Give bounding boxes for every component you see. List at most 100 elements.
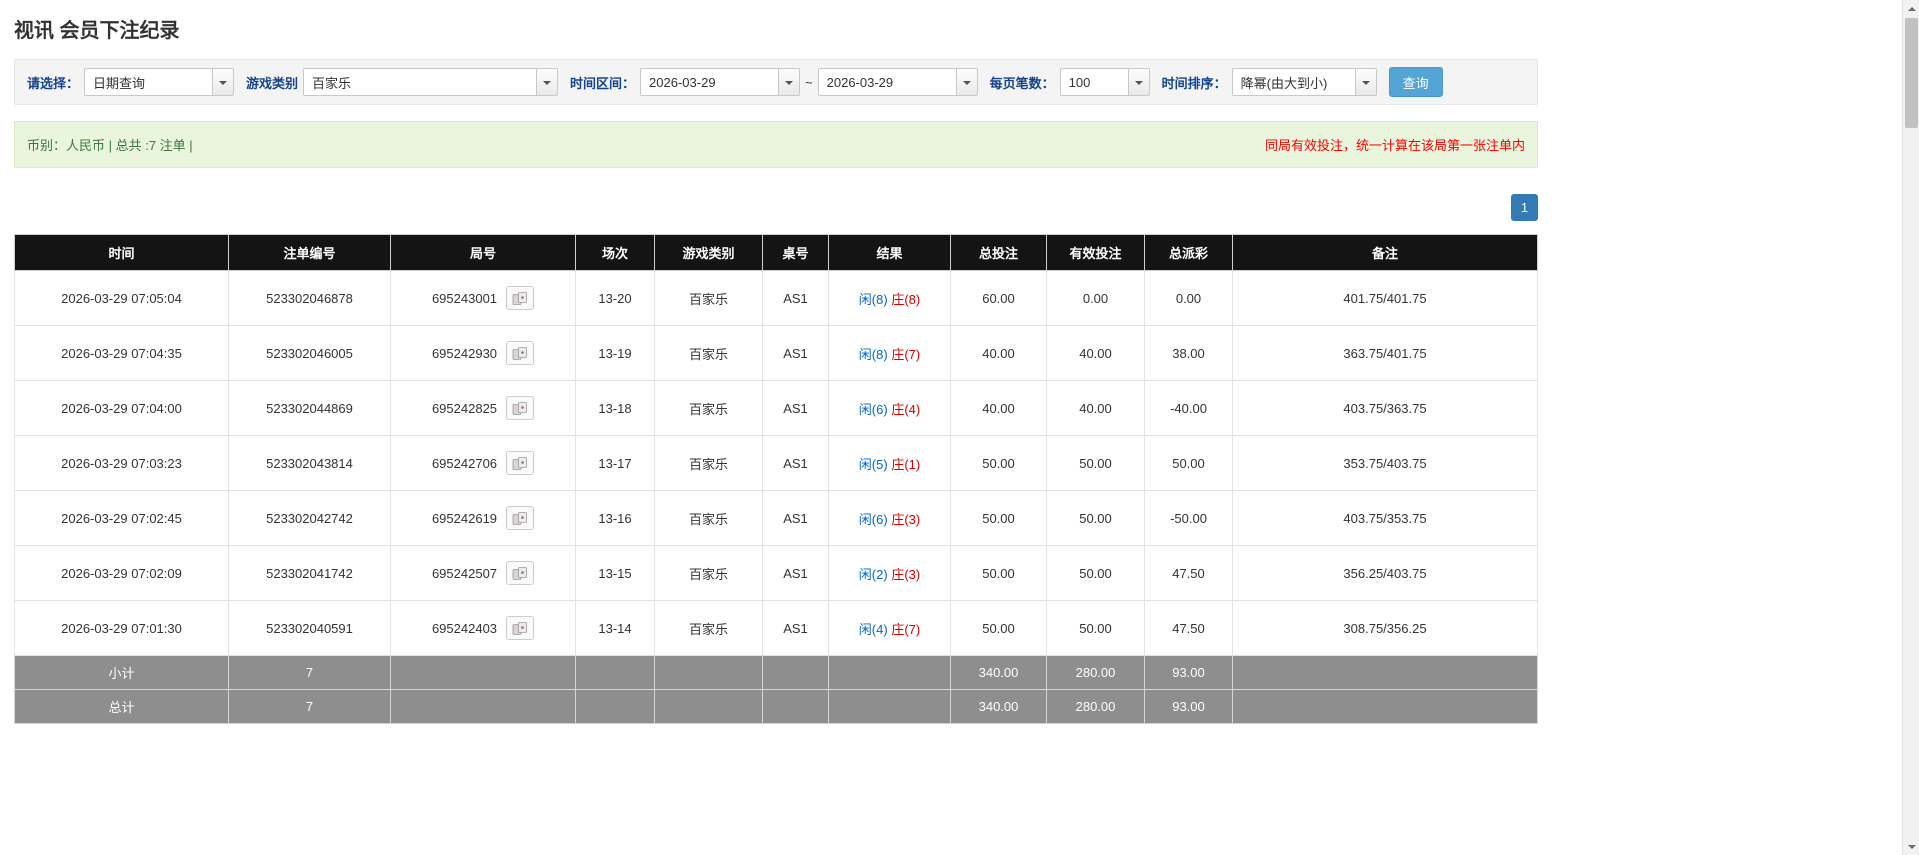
cell-bet-id: 523302040591 [228,600,391,656]
cell-valid-bet: 50.00 [1046,600,1145,656]
result-player: 闲(6) [858,511,888,527]
col-header-table-no: 桌号 [762,234,829,271]
footer-empty-cell [1232,655,1538,690]
time-sort-label: 时间排序： [1161,75,1227,91]
cell-remark: 363.75/401.75 [1232,325,1538,381]
chevron-down-icon[interactable] [212,69,234,95]
chevron-down-icon[interactable] [536,69,558,95]
cell-valid-bet: 50.00 [1046,435,1145,491]
col-header-remark: 备注 [1232,234,1538,271]
summary-note: 同局有效投注，统一计算在该局第一张注单内 [1264,138,1525,153]
per-page-select[interactable]: 100 [1059,68,1150,96]
cell-time: 2026-03-29 07:03:23 [14,435,229,491]
cell-valid-bet: 50.00 [1046,545,1145,601]
col-header-payout: 总派彩 [1144,234,1233,271]
cell-round: 695242930 [390,325,576,381]
cell-remark: 401.75/401.75 [1232,270,1538,326]
round-result-button[interactable] [506,561,535,585]
total-valid-bet: 280.00 [1046,689,1145,724]
cell-total-bet[interactable]: 50.00 [950,435,1047,491]
cell-game: 百家乐 [654,380,763,436]
chevron-down-icon[interactable] [955,69,977,95]
cards-icon [512,291,527,305]
cell-payout: -40.00 [1144,380,1233,436]
round-result-button[interactable] [506,396,535,420]
table-footer: 小计 7 340.00 280.00 93.00 总计 7 340.00 280… [14,655,1538,724]
scrollbar-down-arrow-icon[interactable] [1903,838,1919,855]
cell-total-bet[interactable]: 50.00 [950,600,1047,656]
footer-empty-cell [762,655,829,690]
scrollbar-thumb[interactable] [1905,18,1918,128]
cell-result: 闲(5) 庄(1) [828,435,951,491]
time-sort-select[interactable]: 降幂(由大到小) [1231,68,1377,96]
cell-total-bet[interactable]: 60.00 [950,270,1047,326]
subtotal-count: 7 [228,655,391,690]
cell-session: 13-20 [575,270,655,326]
cell-valid-bet: 0.00 [1046,270,1145,326]
cell-result: 闲(8) 庄(8) [828,270,951,326]
round-number: 695242930 [431,345,498,361]
scrollbar[interactable] [1902,0,1919,855]
cell-session: 13-18 [575,380,655,436]
result-banker: 庄(3) [891,511,921,527]
game-category-value: 百家乐 [312,75,352,91]
game-category-label: 游戏类别 [246,75,299,91]
result-banker: 庄(7) [891,346,921,362]
date-to-select[interactable]: 2026-03-29 [817,68,978,96]
cell-total-bet[interactable]: 50.00 [950,545,1047,601]
cell-round: 695242619 [390,490,576,546]
round-result-button[interactable] [506,341,535,365]
time-range-label: 时间区间： [570,75,636,91]
cell-result: 闲(6) 庄(3) [828,490,951,546]
query-button[interactable]: 查询 [1388,67,1443,97]
cell-table-no: AS1 [762,490,829,546]
result-player: 闲(8) [858,346,888,362]
cell-session: 13-16 [575,490,655,546]
cards-icon [512,511,527,525]
cell-payout: 38.00 [1144,325,1233,381]
scrollbar-up-arrow-icon[interactable] [1903,0,1919,17]
cards-icon [512,621,527,635]
round-result-button[interactable] [506,616,535,640]
betting-records-table: 时间 注单编号 局号 场次 游戏类别 桌号 结果 总投注 有效投注 总派彩 备注… [14,234,1538,724]
table-row: 2026-03-29 07:02:45 523302042742 6952426… [14,490,1538,546]
chevron-down-icon[interactable] [1127,69,1149,95]
cell-total-bet[interactable]: 50.00 [950,490,1047,546]
summary-bar: 币别：人民币 | 总共 :7 注单 | 同局有效投注，统一计算在该局第一张注单内 [14,121,1538,168]
cell-total-bet[interactable]: 40.00 [950,325,1047,381]
cell-total-bet[interactable]: 40.00 [950,380,1047,436]
cell-time: 2026-03-29 07:02:09 [14,545,229,601]
col-header-bet-id: 注单编号 [228,234,391,271]
round-result-button[interactable] [506,451,535,475]
page-button-1[interactable]: 1 [1511,194,1538,221]
cell-bet-id: 523302044869 [228,380,391,436]
round-result-button[interactable] [506,286,535,310]
total-payout: 93.00 [1144,689,1233,724]
pagination: 1 [14,194,1538,221]
query-type-select[interactable]: 日期查询 [84,68,235,96]
game-category-select[interactable]: 百家乐 [303,68,559,96]
footer-empty-cell [654,689,763,724]
cell-table-no: AS1 [762,380,829,436]
cell-time: 2026-03-29 07:02:45 [14,490,229,546]
summary-currency-total: 币别：人民币 | 总共 :7 注单 | [27,138,193,153]
cell-game: 百家乐 [654,545,763,601]
chevron-down-icon[interactable] [778,69,800,95]
per-page-value: 100 [1068,74,1091,90]
subtotal-valid-bet: 280.00 [1046,655,1145,690]
date-from-value: 2026-03-29 [649,74,716,90]
cell-result: 闲(2) 庄(3) [828,545,951,601]
subtotal-row: 小计 7 340.00 280.00 93.00 [14,655,1538,690]
cell-table-no: AS1 [762,325,829,381]
round-result-button[interactable] [506,506,535,530]
round-number: 695242706 [431,455,498,471]
chevron-down-icon[interactable] [1354,69,1376,95]
subtotal-payout: 93.00 [1144,655,1233,690]
date-from-select[interactable]: 2026-03-29 [640,68,801,96]
cell-session: 13-14 [575,600,655,656]
col-header-result: 结果 [828,234,951,271]
cell-time: 2026-03-29 07:04:35 [14,325,229,381]
result-player: 闲(6) [858,401,888,417]
total-row: 总计 7 340.00 280.00 93.00 [14,689,1538,724]
table-row: 2026-03-29 07:04:00 523302044869 6952428… [14,380,1538,436]
